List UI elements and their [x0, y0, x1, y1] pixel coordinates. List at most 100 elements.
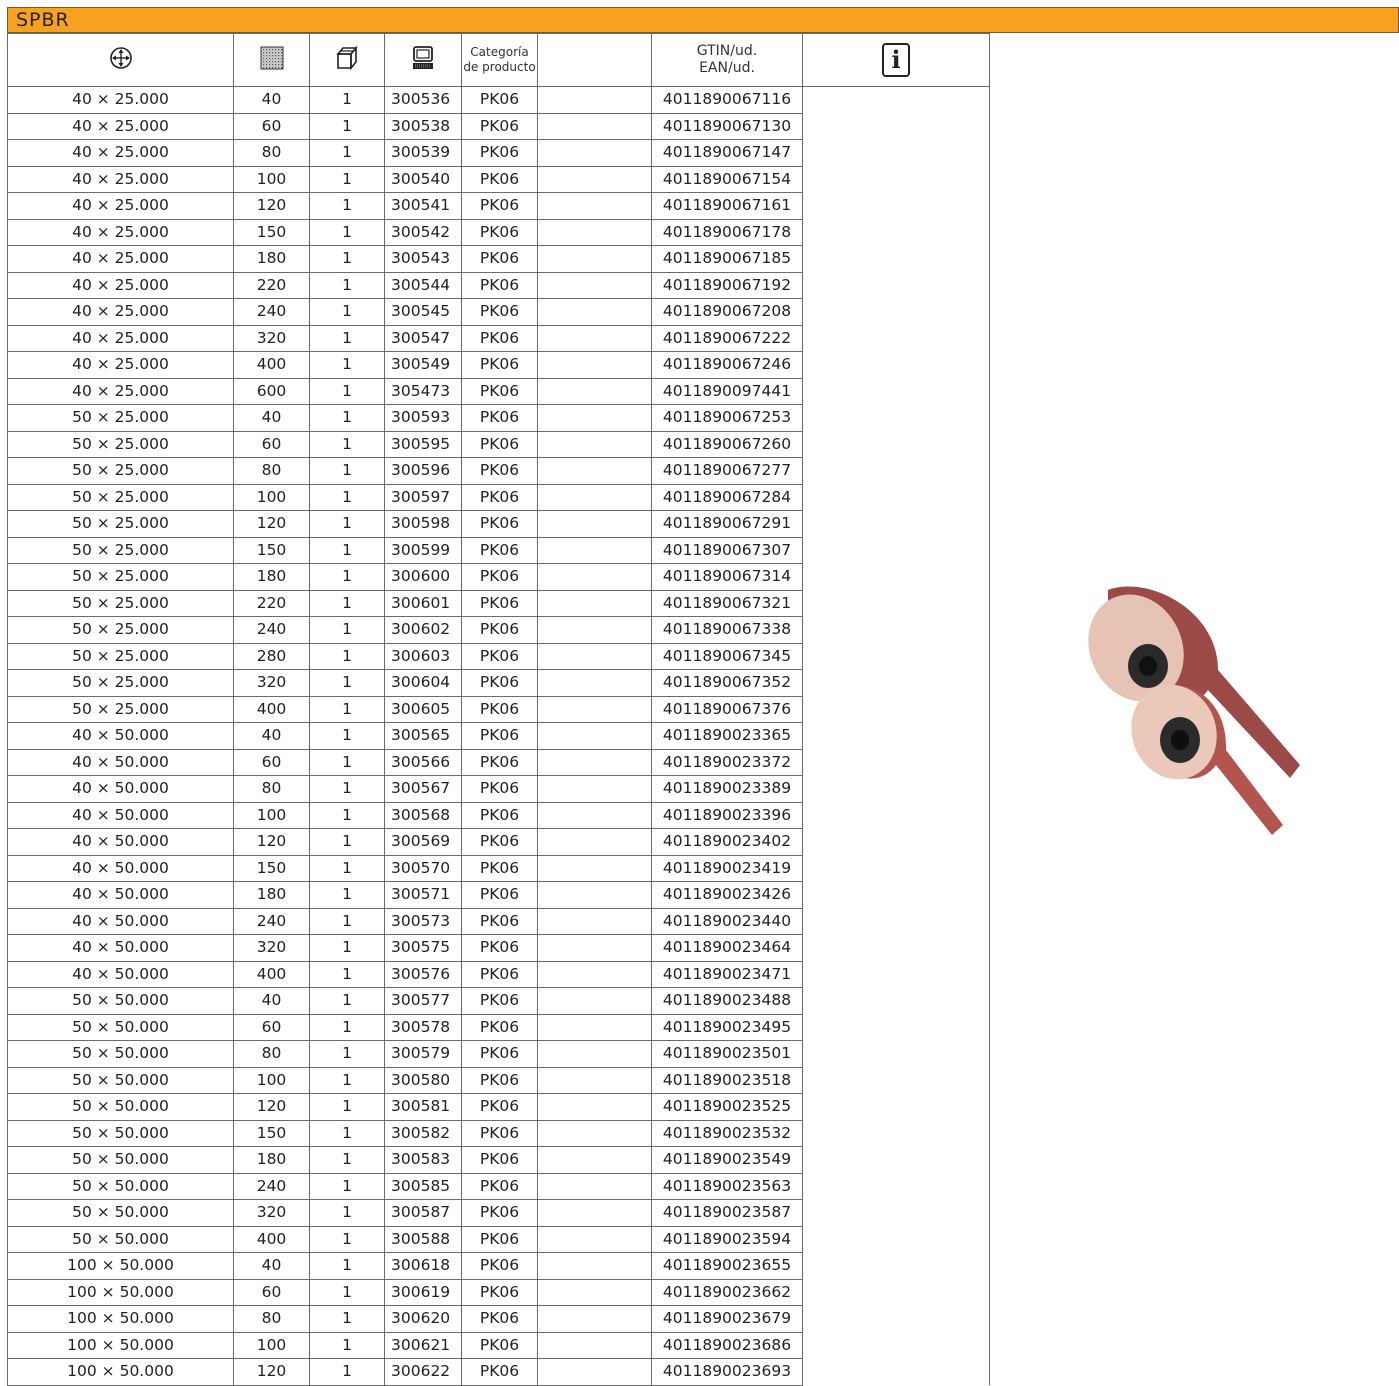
cell-gtin: 4011890023501 — [651, 1040, 803, 1068]
cell-empty — [537, 218, 652, 246]
cell-gtin: 4011890067147 — [651, 139, 803, 167]
cell-dimensions: 50 × 25.000 — [7, 430, 234, 458]
info-icon[interactable]: i — [882, 43, 910, 77]
cell-gtin: 4011890067116 — [651, 86, 803, 114]
cell-empty — [537, 801, 652, 829]
cell-grit: 60 — [233, 1013, 310, 1041]
cell-grit: 150 — [233, 1119, 310, 1147]
cell-grit: 40 — [233, 987, 310, 1015]
cell-pack: 1 — [309, 245, 385, 273]
cell-dimensions: 40 × 50.000 — [7, 960, 234, 988]
cell-info — [802, 86, 990, 1385]
cell-category: PK06 — [461, 1172, 538, 1200]
cell-article: 300541 — [384, 192, 462, 220]
cell-article: 300577 — [384, 987, 462, 1015]
category-header-line1: Categoría — [470, 45, 529, 59]
cell-grit: 100 — [233, 801, 310, 829]
col-dimensions — [7, 33, 234, 87]
cell-gtin: 4011890067321 — [651, 589, 803, 617]
cell-category: PK06 — [461, 695, 538, 723]
cell-dimensions: 50 × 50.000 — [7, 1093, 234, 1121]
cell-category: PK06 — [461, 404, 538, 432]
cell-pack: 1 — [309, 1225, 385, 1253]
cell-empty — [537, 775, 652, 803]
cell-pack: 1 — [309, 377, 385, 405]
cell-category: PK06 — [461, 642, 538, 670]
cell-empty — [537, 616, 652, 644]
cell-article: 300618 — [384, 1252, 462, 1280]
cell-category: PK06 — [461, 669, 538, 697]
cell-category: PK06 — [461, 1066, 538, 1094]
cell-dimensions: 100 × 50.000 — [7, 1305, 234, 1333]
cell-pack: 1 — [309, 907, 385, 935]
cell-grit: 80 — [233, 775, 310, 803]
cell-gtin: 4011890023402 — [651, 828, 803, 856]
cell-category: PK06 — [461, 510, 538, 538]
cell-article: 300587 — [384, 1199, 462, 1227]
cell-empty — [537, 430, 652, 458]
cell-dimensions: 50 × 25.000 — [7, 483, 234, 511]
cell-grit: 100 — [233, 1066, 310, 1094]
cell-dimensions: 40 × 25.000 — [7, 245, 234, 273]
cell-article: 300580 — [384, 1066, 462, 1094]
cell-grit: 280 — [233, 642, 310, 670]
cell-empty — [537, 1199, 652, 1227]
cell-dimensions: 50 × 25.000 — [7, 695, 234, 723]
cell-dimensions: 40 × 50.000 — [7, 828, 234, 856]
cell-grit: 60 — [233, 430, 310, 458]
cell-gtin: 4011890023389 — [651, 775, 803, 803]
cell-article: 300597 — [384, 483, 462, 511]
cell-article: 300596 — [384, 457, 462, 485]
cell-empty — [537, 642, 652, 670]
cell-empty — [537, 1252, 652, 1280]
cell-dimensions: 50 × 25.000 — [7, 589, 234, 617]
cell-pack: 1 — [309, 112, 385, 140]
cell-gtin: 4011890023693 — [651, 1358, 803, 1386]
cell-grit: 80 — [233, 457, 310, 485]
cell-article: 300544 — [384, 271, 462, 299]
cell-category: PK06 — [461, 1358, 538, 1386]
cell-grit: 150 — [233, 854, 310, 882]
cell-category: PK06 — [461, 139, 538, 167]
cell-grit: 120 — [233, 1093, 310, 1121]
cell-gtin: 4011890023563 — [651, 1172, 803, 1200]
cell-grit: 320 — [233, 669, 310, 697]
cell-gtin: 4011890067154 — [651, 165, 803, 193]
cell-grit: 240 — [233, 1172, 310, 1200]
cell-category: PK06 — [461, 1146, 538, 1174]
cell-grit: 100 — [233, 165, 310, 193]
cell-gtin: 4011890023549 — [651, 1146, 803, 1174]
cell-dimensions: 40 × 50.000 — [7, 722, 234, 750]
cell-dimensions: 50 × 50.000 — [7, 1172, 234, 1200]
page-title: SPBR — [16, 9, 70, 31]
cell-category: PK06 — [461, 536, 538, 564]
cell-empty — [537, 987, 652, 1015]
cell-grit: 80 — [233, 1040, 310, 1068]
cell-article: 300582 — [384, 1119, 462, 1147]
cell-pack: 1 — [309, 298, 385, 326]
cell-dimensions: 50 × 50.000 — [7, 1066, 234, 1094]
cell-empty — [537, 112, 652, 140]
cell-pack: 1 — [309, 1093, 385, 1121]
cell-category: PK06 — [461, 351, 538, 379]
cell-article: 300575 — [384, 934, 462, 962]
cell-grit: 320 — [233, 324, 310, 352]
cell-dimensions: 50 × 50.000 — [7, 1225, 234, 1253]
cell-pack: 1 — [309, 139, 385, 167]
cell-article: 300565 — [384, 722, 462, 750]
cell-empty — [537, 1278, 652, 1306]
cell-empty — [537, 351, 652, 379]
cell-empty — [537, 722, 652, 750]
cell-article: 300600 — [384, 563, 462, 591]
cell-category: PK06 — [461, 960, 538, 988]
cell-gtin: 4011890097441 — [651, 377, 803, 405]
cell-article: 300579 — [384, 1040, 462, 1068]
cell-gtin: 4011890023396 — [651, 801, 803, 829]
cell-empty — [537, 828, 652, 856]
cell-dimensions: 40 × 50.000 — [7, 934, 234, 962]
cell-gtin: 4011890067161 — [651, 192, 803, 220]
cell-article: 300569 — [384, 828, 462, 856]
cell-grit: 100 — [233, 1331, 310, 1359]
cell-dimensions: 40 × 25.000 — [7, 324, 234, 352]
cell-grit: 320 — [233, 934, 310, 962]
